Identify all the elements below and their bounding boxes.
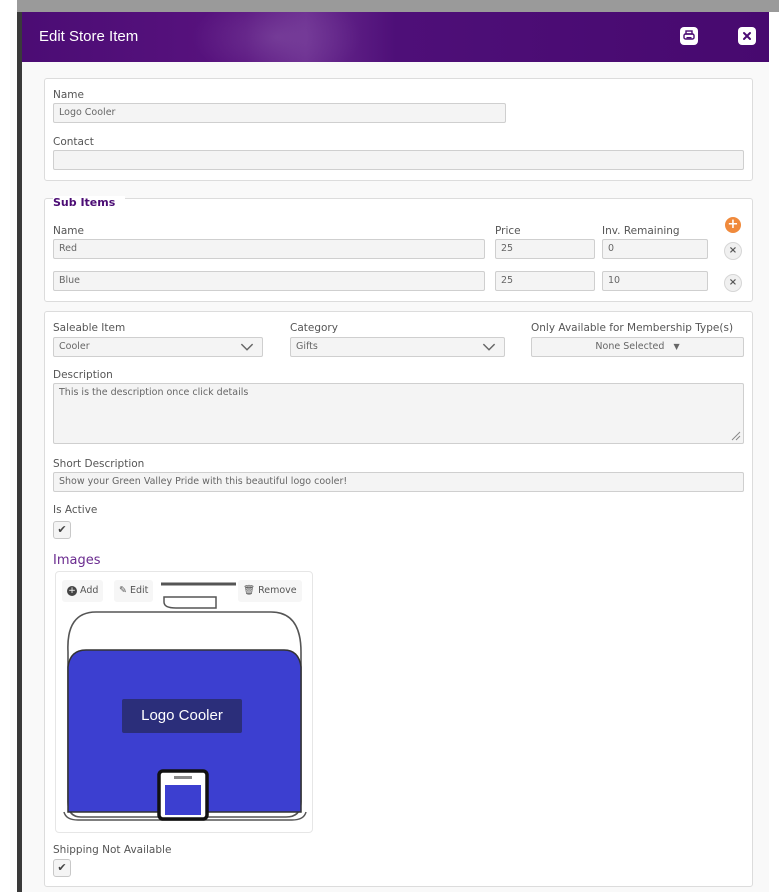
sub-item-inventory-input[interactable]: 10 [602, 271, 708, 291]
contact-label: Contact [53, 136, 94, 148]
sub-item-price-header: Price [495, 225, 521, 237]
description-label: Description [53, 369, 113, 381]
images-title: Images [53, 553, 101, 568]
remove-sub-item-button[interactable]: × [724, 242, 742, 260]
add-image-button[interactable]: + Add [62, 580, 104, 602]
remove-sub-item-button[interactable]: × [724, 274, 742, 292]
basics-panel: Name Logo Cooler Contact [44, 78, 753, 181]
remove-image-button[interactable]: 🗑 Remove [238, 580, 302, 602]
chevron-down-icon [240, 343, 254, 351]
contact-input[interactable] [53, 150, 744, 170]
image-card[interactable]: Logo Cooler + Add ✎ Edit 🗑 Remove [55, 571, 313, 833]
description-textarea[interactable]: This is the description once click detai… [53, 383, 744, 444]
close-icon [743, 32, 751, 40]
saleable-item-value: Cooler [59, 341, 90, 352]
sub-item-inventory-input[interactable]: 0 [602, 239, 708, 259]
membership-type-select[interactable]: None Selected ▼ [531, 337, 744, 357]
saleable-item-label: Saleable Item [53, 322, 126, 334]
sub-item-name-input[interactable]: Red [53, 239, 485, 259]
membership-type-label: Only Available for Membership Type(s) [531, 322, 734, 334]
checkmark-icon: ✔ [57, 523, 67, 536]
print-button[interactable] [680, 27, 698, 45]
details-panel: Saleable Item Cooler Category Gifts Only… [44, 311, 753, 887]
description-value: This is the description once click detai… [59, 387, 249, 398]
window-top-edge [17, 0, 779, 12]
sub-item-name-header: Name [53, 225, 84, 237]
is-active-label: Is Active [53, 504, 98, 516]
shipping-not-available-label: Shipping Not Available [53, 844, 172, 856]
pencil-icon: ✎ [119, 585, 127, 596]
name-label: Name [53, 89, 84, 101]
shipping-not-available-checkbox[interactable]: ✔ [53, 859, 71, 877]
checkmark-icon: ✔ [57, 861, 67, 874]
sub-items-panel: Sub Items + Name Price Inv. Remaining Re… [44, 196, 753, 302]
resize-handle-icon[interactable] [731, 431, 741, 441]
is-active-checkbox[interactable]: ✔ [53, 521, 71, 539]
sub-item-price-input[interactable]: 25 [495, 239, 595, 259]
dialog-title: Edit Store Item [39, 28, 139, 45]
add-sub-item-button[interactable]: + [725, 217, 741, 233]
window-left-margin [0, 0, 17, 892]
titlebar-decoration [192, 12, 362, 62]
category-select[interactable]: Gifts [290, 337, 505, 357]
add-image-label: Add [80, 585, 99, 596]
close-button[interactable] [738, 27, 756, 45]
remove-image-label: Remove [258, 585, 297, 596]
edit-image-button[interactable]: ✎ Edit [114, 580, 154, 602]
short-description-input[interactable]: Show your Green Valley Pride with this b… [53, 472, 744, 492]
print-icon [683, 30, 695, 40]
chevron-down-icon [482, 343, 496, 351]
sub-item-inventory-header: Inv. Remaining [602, 225, 680, 237]
image-logo-label: Logo Cooler [122, 699, 242, 733]
membership-type-value: None Selected [595, 341, 665, 352]
plus-circle-icon: + [67, 585, 77, 596]
trash-icon: 🗑 [243, 585, 256, 596]
category-label: Category [290, 322, 338, 334]
sub-item-name-input[interactable]: Blue [53, 271, 485, 291]
name-input[interactable]: Logo Cooler [53, 103, 506, 123]
dialog-titlebar: Edit Store Item [22, 12, 769, 62]
category-value: Gifts [296, 341, 318, 352]
sub-item-price-input[interactable]: 25 [495, 271, 595, 291]
sub-items-title: Sub Items [53, 196, 126, 209]
short-description-label: Short Description [53, 458, 145, 470]
caret-down-icon: ▼ [673, 342, 680, 351]
edit-image-label: Edit [130, 585, 149, 596]
edit-store-item-dialog: Edit Store Item Name Logo Cooler Contact… [22, 12, 769, 892]
saleable-item-select[interactable]: Cooler [53, 337, 263, 357]
